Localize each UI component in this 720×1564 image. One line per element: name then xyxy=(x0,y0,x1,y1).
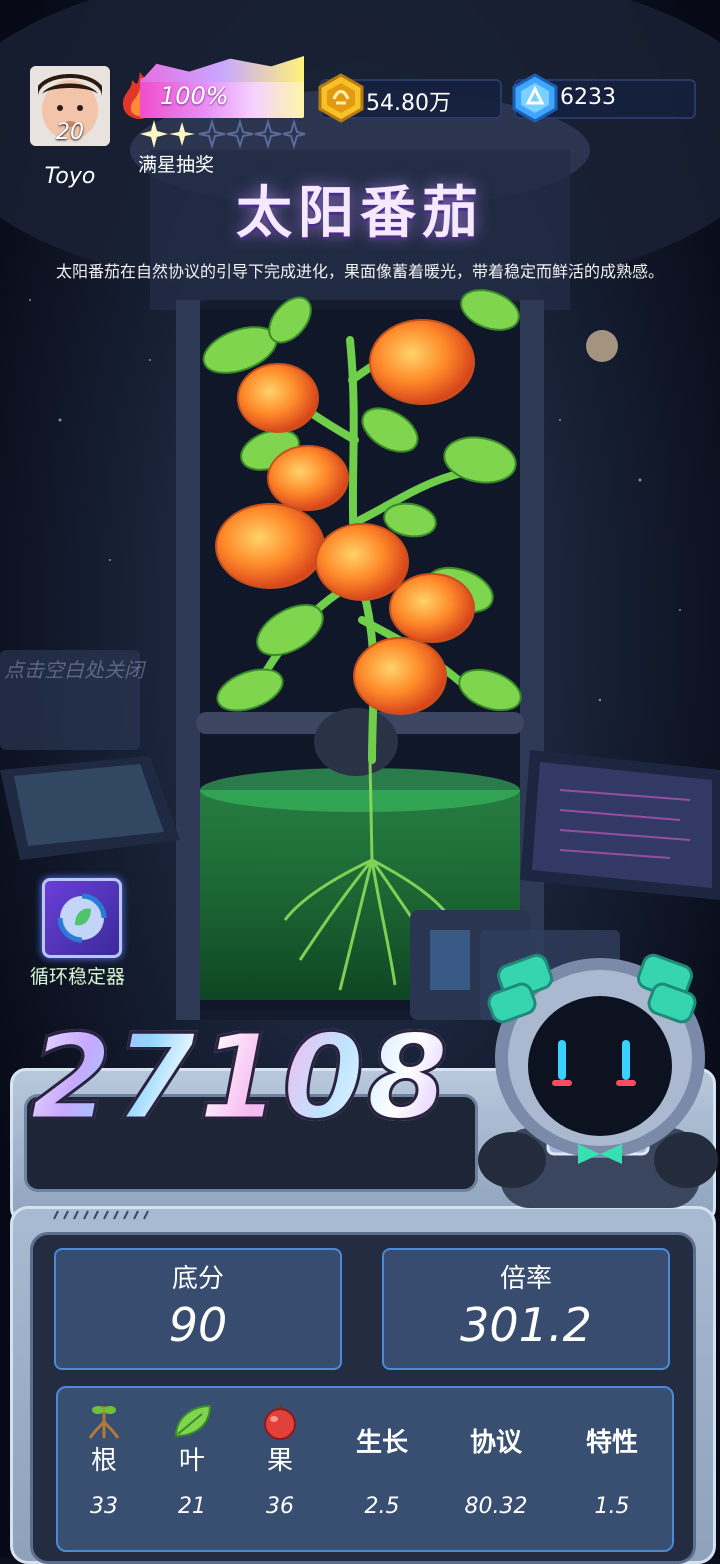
gem-amount: 6233 xyxy=(560,85,616,110)
attr-root-value: 33 xyxy=(90,1494,118,1519)
tap-to-close-hint[interactable]: 点击空白处关闭 xyxy=(4,654,144,683)
star-empty-icon xyxy=(254,118,282,150)
multiplier-value: 301.2 xyxy=(460,1298,592,1352)
leaf-icon xyxy=(174,1404,212,1438)
attr-growth-label: 生长 xyxy=(355,1428,408,1458)
cycle-stabilizer-label: 循环稳定器 xyxy=(30,966,126,988)
apple-icon xyxy=(264,1403,296,1440)
attr-trait-label: 特性 xyxy=(585,1428,638,1458)
attr-growth-value: 2.5 xyxy=(364,1494,400,1519)
base-score-value: 90 xyxy=(168,1298,228,1352)
star-rating xyxy=(140,118,306,150)
star-progress-text: 100% xyxy=(160,82,229,110)
multiplier-box: 倍率 301.2 xyxy=(382,1248,670,1370)
star-filled-icon xyxy=(169,122,195,146)
attr-protocol-value: 80.32 xyxy=(464,1494,528,1519)
gold-coin-icon xyxy=(318,73,364,123)
coin-balance[interactable]: 54.80万 xyxy=(318,73,502,123)
multiplier-label: 倍率 xyxy=(499,1264,552,1294)
attr-fruit-value: 36 xyxy=(266,1494,294,1519)
base-score-label: 底分 xyxy=(171,1264,224,1294)
attr-fruit-label: 果 xyxy=(266,1446,293,1476)
cycle-stabilizer-button[interactable] xyxy=(42,878,122,958)
star-empty-icon xyxy=(226,118,254,150)
star-empty-icon xyxy=(282,118,306,150)
blue-gem-icon xyxy=(512,73,558,123)
cycle-leaf-icon xyxy=(57,893,107,943)
total-score: 27108 xyxy=(29,1007,451,1148)
attr-leaf-label: 叶 xyxy=(178,1446,205,1476)
attr-leaf-value: 21 xyxy=(178,1494,206,1519)
base-score-box: 底分 90 xyxy=(54,1248,342,1370)
gem-balance[interactable]: 6233 xyxy=(512,73,696,123)
panel-grip-lines xyxy=(53,1210,149,1220)
attr-trait-value: 1.5 xyxy=(594,1494,630,1519)
attr-root-label: 根 xyxy=(90,1446,117,1476)
player-level: 20 xyxy=(56,120,84,145)
plant-title: 太阳番茄 xyxy=(236,181,484,246)
attr-protocol-label: 协议 xyxy=(469,1428,522,1458)
attributes-box: 根 33 叶 21 果 36 生长 2.5 协议 80.32 特性 1.5 xyxy=(56,1386,674,1552)
star-filled-icon xyxy=(140,120,168,148)
root-icon xyxy=(88,1406,120,1439)
plant-description: 太阳番茄在自然协议的引导下完成进化，果面像蓄着暖光，带着稳定而鲜活的成熟感。 xyxy=(55,262,664,281)
coin-amount: 54.80万 xyxy=(366,91,451,116)
robot-mascot xyxy=(478,953,718,1208)
star-empty-icon xyxy=(198,118,226,150)
